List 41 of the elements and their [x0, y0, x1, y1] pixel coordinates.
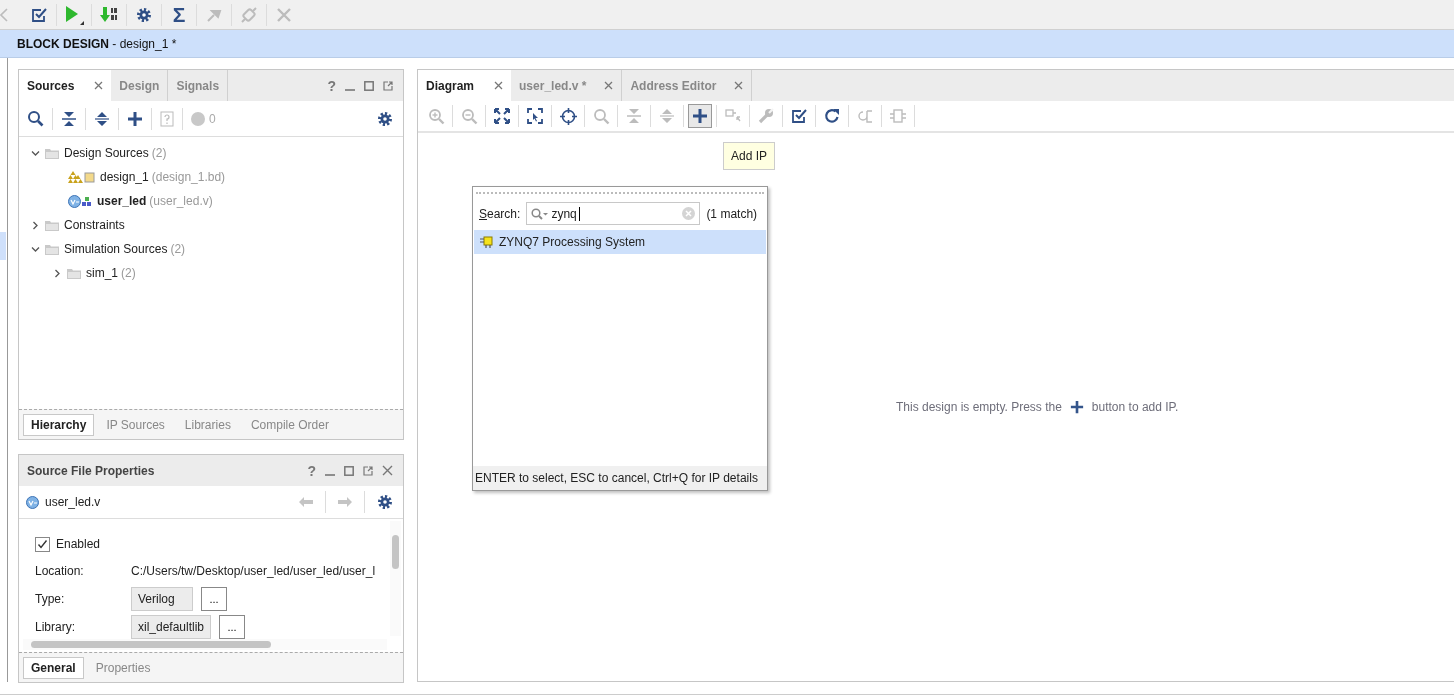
- browse-button[interactable]: ...: [201, 587, 227, 611]
- editor-tab[interactable]: Diagram: [418, 70, 512, 101]
- tree-item-label[interactable]: Design Sources: [64, 146, 149, 160]
- help-button[interactable]: ?: [307, 462, 316, 479]
- file-name: (user_led.v): [149, 194, 213, 208]
- field-label: Location:: [35, 564, 85, 578]
- tooltip: Add IP: [723, 142, 776, 170]
- file-name: (design_1.bd): [151, 170, 226, 184]
- tree-item-label[interactable]: Constraints: [64, 218, 125, 232]
- tree-item-label[interactable]: sim_1: [86, 266, 118, 280]
- panel-tab[interactable]: Sources: [19, 70, 112, 101]
- checkbox-label: Enabled: [56, 537, 101, 551]
- panel-title: Source File Properties: [27, 463, 155, 478]
- value-field[interactable]: xil_defaultlib: [131, 615, 212, 639]
- item-count: (2): [170, 242, 186, 256]
- empty-message: button to add IP.: [1091, 400, 1179, 414]
- diagram-canvas[interactable]: Add IP Search: zynq (1 match) ZYNQ7 Processing System ENTER to select, ESC to cancel, Ctrl+Q for IP details This design is empty. Press the button to add IP.: [418, 133, 1454, 681]
- field-label: Library:: [35, 620, 76, 634]
- sum-icon[interactable]: Σ: [172, 4, 186, 25]
- field-value: C:/Users/tw/Desktop/user_led/user_led/user_l: [131, 564, 376, 578]
- field-label: Type:: [35, 592, 66, 606]
- search-field[interactable]: zynq: [526, 202, 701, 225]
- tree-item-label[interactable]: Simulation Sources: [64, 242, 168, 256]
- item-count: (2): [121, 266, 136, 280]
- empty-message: This design is empty. Press the: [896, 400, 1062, 414]
- view-tab[interactable]: Hierarchy: [23, 413, 95, 436]
- help-button[interactable]: ?: [327, 77, 336, 94]
- toolbar-button[interactable]: Σ: [164, 1, 194, 28]
- browse-button[interactable]: ...: [219, 615, 246, 639]
- tree-item-label[interactable]: user_led: [97, 194, 147, 208]
- tree-item-label[interactable]: design_1: [100, 170, 149, 184]
- value-field[interactable]: Verilog: [131, 587, 193, 611]
- editor-title: BLOCK DESIGN - design_1 *: [17, 36, 177, 51]
- search-label: Search:: [479, 206, 521, 221]
- item-count: (2): [151, 146, 167, 160]
- file-name: user_led.v: [45, 495, 101, 509]
- match-count: (1 match): [706, 206, 758, 221]
- ip-list-item[interactable]: ZYNQ7 Processing System: [474, 230, 766, 254]
- issue-count: 0: [209, 111, 216, 126]
- view-tab[interactable]: General: [23, 656, 84, 679]
- popup-hint: ENTER to select, ESC to cancel, Ctrl+Q for IP details: [473, 466, 767, 490]
